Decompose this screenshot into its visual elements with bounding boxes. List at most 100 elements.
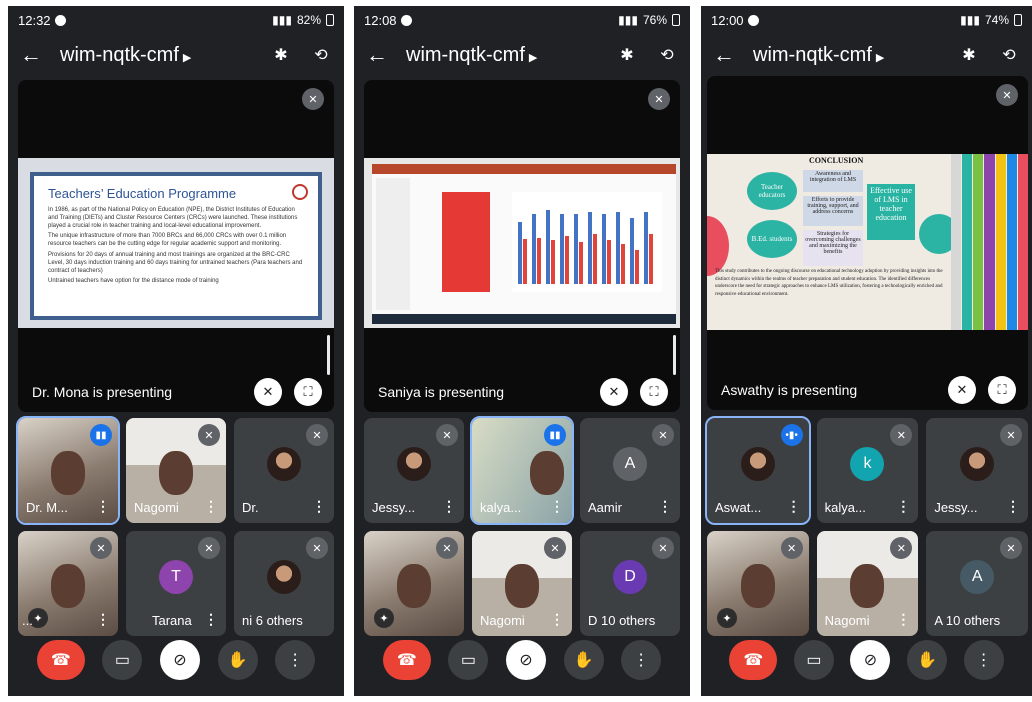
meeting-code[interactable]: wim-nqtk-cmf ▶ xyxy=(406,44,598,67)
arrow-left-icon[interactable]: ← xyxy=(713,42,735,68)
participant-name: kalya... xyxy=(824,500,866,515)
participant-tile[interactable]: D ✕ D 10 others xyxy=(580,531,680,636)
fullscreen-icon[interactable]: ⛶ xyxy=(640,378,668,406)
raise-hand-icon[interactable]: ✋ xyxy=(563,640,604,680)
more-vert-icon[interactable]: ⋮ xyxy=(1006,498,1020,515)
end-call-icon[interactable]: ☎ xyxy=(36,640,85,680)
more-vert-icon[interactable]: ⋮ xyxy=(621,640,662,680)
bluetooth-icon[interactable]: ✱ xyxy=(616,45,638,65)
meeting-code[interactable]: wim-nqtk-cmf ▶ xyxy=(60,44,252,67)
effects-icon[interactable]: ✦ xyxy=(374,608,394,628)
participant-tile[interactable]: A ✕ Aamir ⋮ xyxy=(580,418,680,523)
camera-icon[interactable]: ▭ xyxy=(448,640,489,680)
participant-tile[interactable]: A ✕ A 10 others xyxy=(926,531,1028,636)
participant-tile[interactable]: ✕ Nagomi ⋮ xyxy=(126,418,226,523)
tab xyxy=(973,154,984,330)
mic-off-icon[interactable]: ⊘ xyxy=(850,640,891,680)
participant-tile[interactable]: ✕ ni 6 others xyxy=(234,531,334,636)
bluetooth-icon[interactable]: ✱ xyxy=(270,45,292,65)
more-vert-icon[interactable]: ⋮ xyxy=(204,611,218,628)
camera-icon[interactable]: ▭ xyxy=(793,640,834,680)
fullscreen-icon[interactable]: ⛶ xyxy=(294,378,322,406)
arrow-left-icon[interactable]: ← xyxy=(20,42,42,68)
participant-tile[interactable]: T ✕ Tarana ⋮ xyxy=(126,531,226,636)
arrow-left-icon[interactable]: ← xyxy=(366,42,388,68)
more-vert-icon[interactable]: ⋮ xyxy=(204,498,218,515)
effects-icon[interactable]: ✦ xyxy=(717,608,737,628)
avatar: A xyxy=(960,560,995,595)
more-vert-icon[interactable]: ⋮ xyxy=(312,498,326,515)
pin-off-icon[interactable]: ✕ xyxy=(600,378,628,406)
participant-tile[interactable]: ✕ Nagomi ⋮ xyxy=(472,531,572,636)
presenting-label: Dr. Mona is presenting xyxy=(32,384,173,400)
camera-icon[interactable]: ▭ xyxy=(102,640,143,680)
raise-hand-icon[interactable]: ✋ xyxy=(217,640,258,680)
switch-camera-icon[interactable]: ⟲ xyxy=(656,45,678,65)
participant-tile[interactable]: •▮• Aswat... ⋮ xyxy=(705,416,811,525)
mic-off-icon[interactable]: ⊘ xyxy=(159,640,200,680)
effective-box: Effective use of LMS in teacher educatio… xyxy=(867,184,915,240)
more-vert-icon[interactable]: ⋮ xyxy=(96,611,110,628)
participant-tile[interactable]: ✕ Dr. ⋮ xyxy=(234,418,334,523)
avatar xyxy=(740,447,775,482)
battery-level: 76% xyxy=(642,13,667,27)
more-vert-icon[interactable]: ⋮ xyxy=(787,498,801,515)
signal-icon: ▮▮▮ xyxy=(272,13,292,27)
participant-tile[interactable]: ✕ Nagomi ⋮ xyxy=(816,531,919,636)
face xyxy=(850,563,885,608)
more-vert-icon[interactable]: ⋮ xyxy=(896,611,910,628)
mic-off-icon: ✕ xyxy=(302,88,324,110)
pin-off-icon[interactable]: ✕ xyxy=(948,376,976,404)
face xyxy=(397,563,431,608)
participant-tile[interactable]: ✕ Jessy... ⋮ xyxy=(926,418,1028,523)
pin-off-icon[interactable]: ✕ xyxy=(254,378,282,406)
powerpoint-window xyxy=(372,164,676,324)
switch-camera-icon[interactable]: ⟲ xyxy=(310,45,332,65)
end-call-icon[interactable]: ☎ xyxy=(382,640,431,680)
mic-off-icon: ✕ xyxy=(652,424,674,446)
participant-name: Aswat... xyxy=(715,500,762,515)
more-vert-icon[interactable]: ⋮ xyxy=(963,640,1004,680)
battery-icon xyxy=(326,14,334,26)
chart-bar xyxy=(537,238,541,284)
avatar xyxy=(397,447,431,482)
presentation-stage[interactable]: ✕ Teachers’ Education Programme In 1986,… xyxy=(18,80,334,412)
chart-bar xyxy=(523,239,527,284)
chart-bar xyxy=(579,242,583,284)
participant-tile[interactable]: ✦ ✕ xyxy=(707,531,809,636)
decoration xyxy=(707,216,729,276)
meeting-code[interactable]: wim-nqtk-cmf ▶ xyxy=(753,44,940,67)
color-tabs xyxy=(950,154,1028,330)
bluetooth-icon[interactable]: ✱ xyxy=(958,45,980,65)
participant-tile[interactable]: k ✕ kalya... ⋮ xyxy=(816,418,919,523)
more-vert-icon[interactable]: ⋮ xyxy=(550,611,564,628)
slide-body-text: This study contributes to the ongoing di… xyxy=(715,269,943,297)
raise-hand-icon[interactable]: ✋ xyxy=(907,640,948,680)
participant-tile[interactable]: ✦ ✕... ⋮ xyxy=(18,531,118,636)
tab xyxy=(984,154,995,330)
participant-tile[interactable]: ✦ ✕ xyxy=(364,531,464,636)
slide-title: Teachers’ Education Programme xyxy=(48,186,237,201)
stage-buttons: ✕ ⛶ xyxy=(948,376,1016,404)
presentation-stage[interactable]: ✕ Saniya is presenting ✕ ⛶ xyxy=(364,80,680,412)
more-vert-icon[interactable]: ⋮ xyxy=(896,498,910,515)
scrollbar[interactable] xyxy=(673,335,676,375)
speaking-icon: •▮• xyxy=(780,424,803,446)
scrollbar[interactable] xyxy=(327,335,330,375)
more-vert-icon[interactable]: ⋮ xyxy=(442,498,456,515)
more-vert-icon[interactable]: ⋮ xyxy=(658,498,672,515)
switch-camera-icon[interactable]: ⟲ xyxy=(998,45,1020,65)
emblem-icon xyxy=(292,184,308,200)
more-vert-icon[interactable]: ⋮ xyxy=(550,498,564,515)
participant-tile[interactable]: ▮▮ Dr. M... ⋮ xyxy=(16,416,120,525)
more-vert-icon[interactable]: ⋮ xyxy=(275,640,316,680)
mic-off-icon[interactable]: ⊘ xyxy=(505,640,546,680)
presentation-stage[interactable]: ✕ CONCLUSION Teacher educators B.Ed. stu… xyxy=(707,76,1028,410)
chart-bar xyxy=(644,212,648,284)
end-call-icon[interactable]: ☎ xyxy=(729,640,778,680)
participant-tile[interactable]: ✕ Jessy... ⋮ xyxy=(364,418,464,523)
fullscreen-icon[interactable]: ⛶ xyxy=(988,376,1016,404)
clock: 12:00 xyxy=(711,12,744,28)
more-vert-icon[interactable]: ⋮ xyxy=(96,498,110,515)
participant-tile[interactable]: ▮▮ kalya... ⋮ xyxy=(470,416,574,525)
